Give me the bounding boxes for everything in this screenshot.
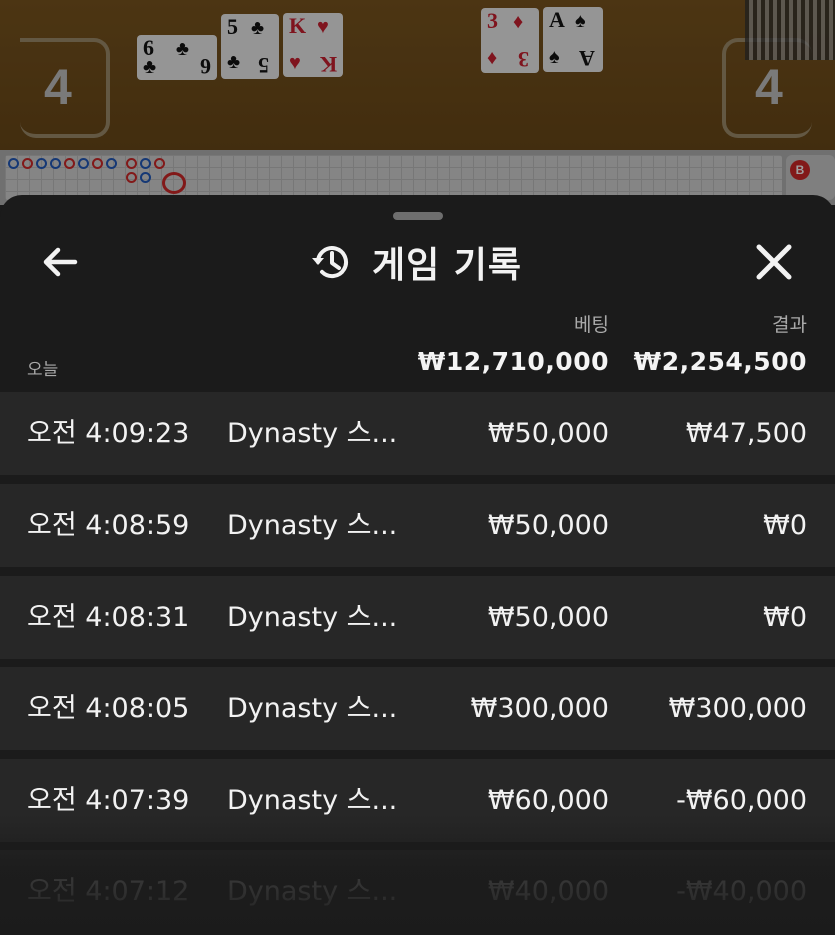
result-column-label: 결과 <box>772 314 807 336</box>
row-result: ₩300,000 <box>668 693 807 724</box>
history-row[interactable]: 오전 4:08:05 Dynasty 스... ₩300,000 ₩300,00… <box>0 667 835 750</box>
history-row[interactable]: 오전 4:08:59 Dynasty 스... ₩50,000 ₩0 <box>0 484 835 567</box>
close-icon <box>756 244 792 280</box>
row-bet: ₩60,000 <box>487 785 609 816</box>
row-time: 오전 4:07:39 <box>27 785 190 816</box>
row-result: -₩40,000 <box>676 876 807 907</box>
row-game: Dynasty 스... <box>227 693 398 724</box>
row-bet: ₩50,000 <box>487 510 609 541</box>
arrow-left-icon <box>43 247 78 277</box>
sheet-title: 게임 기록 <box>310 239 523 286</box>
row-time: 오전 4:07:12 <box>27 876 190 907</box>
row-bet: ₩40,000 <box>487 876 609 907</box>
row-game: Dynasty 스... <box>227 418 398 449</box>
row-game: Dynasty 스... <box>227 510 398 541</box>
total-result: ₩2,254,500 <box>633 347 807 376</box>
row-result: ₩0 <box>763 510 807 541</box>
row-result: -₩60,000 <box>676 785 807 816</box>
game-table-background: 4 4 6 ♣ 6 ♣ 5 ♣ ♣ 5 K ♥ ♥ K 3 ♦ ♦ 3 A ♠ … <box>0 0 835 205</box>
back-button[interactable] <box>38 240 82 284</box>
row-bet: ₩300,000 <box>470 693 609 724</box>
history-row[interactable]: 오전 4:07:12 Dynasty 스... ₩40,000 -₩40,000 <box>0 850 835 933</box>
date-label: 오늘 <box>27 360 59 380</box>
row-result: ₩47,500 <box>685 418 807 449</box>
row-game: Dynasty 스... <box>227 785 398 816</box>
history-clock-icon <box>312 246 348 279</box>
history-row[interactable]: 오전 4:08:31 Dynasty 스... ₩50,000 ₩0 <box>0 576 835 659</box>
total-bet: ₩12,710,000 <box>417 347 609 376</box>
row-time: 오전 4:09:23 <box>27 418 190 449</box>
row-time: 오전 4:08:59 <box>27 510 190 541</box>
row-time: 오전 4:08:31 <box>27 602 190 633</box>
row-bet: ₩50,000 <box>487 418 609 449</box>
row-game: Dynasty 스... <box>227 876 398 907</box>
row-bet: ₩50,000 <box>487 602 609 633</box>
history-row[interactable]: 오전 4:09:23 Dynasty 스... ₩50,000 ₩47,500 <box>0 392 835 475</box>
close-button[interactable] <box>752 240 796 284</box>
background-dim-overlay <box>0 0 835 205</box>
sheet-title-text: 게임 기록 <box>372 245 523 286</box>
row-game: Dynasty 스... <box>227 602 398 633</box>
game-history-sheet: 게임 기록 베팅 결과 오늘 ₩12,710,000 ₩2,254,500 오전… <box>0 195 835 935</box>
row-time: 오전 4:08:05 <box>27 693 190 724</box>
row-result: ₩0 <box>763 602 807 633</box>
bet-column-label: 베팅 <box>574 314 609 336</box>
history-row[interactable]: 오전 4:07:39 Dynasty 스... ₩60,000 -₩60,000 <box>0 759 835 842</box>
drag-handle[interactable] <box>393 212 443 220</box>
